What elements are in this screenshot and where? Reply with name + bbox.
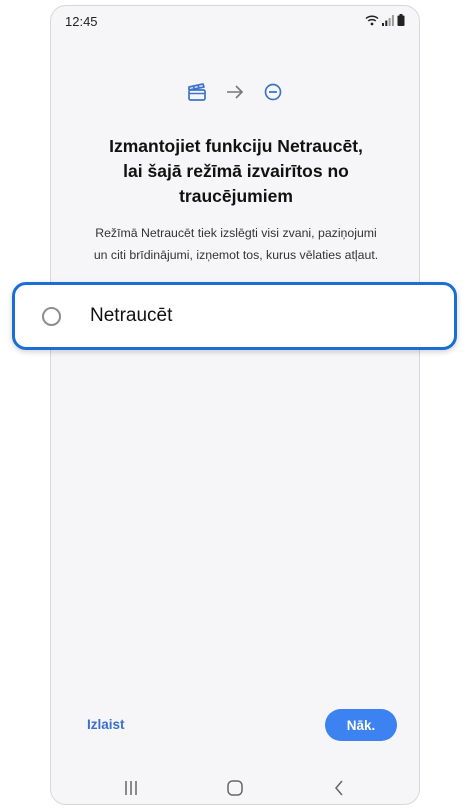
clapperboard-icon <box>188 83 206 101</box>
page-title-line-3: traucējumiem <box>179 186 293 206</box>
page-description-line-1: Režīmā Netraucēt tiek izslēgti visi zvan… <box>95 226 377 240</box>
wifi-icon <box>365 15 379 26</box>
back-button[interactable] <box>327 778 351 798</box>
signal-icon <box>382 15 394 26</box>
arrow-right-icon <box>227 85 244 99</box>
page-description-line-2: un citi brīdinājumi, izņemot tos, kurus … <box>93 248 379 262</box>
next-button[interactable]: Nāk. <box>325 709 397 741</box>
home-button[interactable] <box>223 778 247 798</box>
navigation-bar <box>51 768 419 804</box>
status-time: 12:45 <box>65 14 98 29</box>
page-title-line-1: Izmantojiet funkciju Netraucēt, <box>109 136 363 156</box>
battery-icon <box>397 14 405 26</box>
illustration-icons <box>51 82 419 102</box>
recent-apps-button[interactable] <box>119 778 143 798</box>
page-description: Režīmā Netraucēt tiek izslēgti visi zvan… <box>65 222 407 266</box>
status-icons <box>365 14 405 26</box>
do-not-disturb-option[interactable]: Netraucēt <box>12 282 457 350</box>
recent-apps-icon <box>125 781 137 795</box>
option-label: Netraucēt <box>90 305 173 326</box>
stage: 12:45 Izmantojiet funkciju Netraucēt, la… <box>0 0 470 810</box>
phone-screen: 12:45 Izmantojiet funkciju Netraucēt, la… <box>50 5 420 805</box>
page-title: Izmantojiet funkciju Netraucēt, lai šajā… <box>71 134 401 209</box>
option-radio[interactable] <box>42 306 61 326</box>
skip-button[interactable]: Izlaist <box>87 717 125 732</box>
home-icon <box>227 780 243 796</box>
status-bar: 12:45 <box>51 6 419 36</box>
do-not-disturb-icon <box>264 83 282 101</box>
back-icon <box>335 780 343 796</box>
page-title-line-2: lai šajā režīmā izvairītos no <box>123 161 349 181</box>
